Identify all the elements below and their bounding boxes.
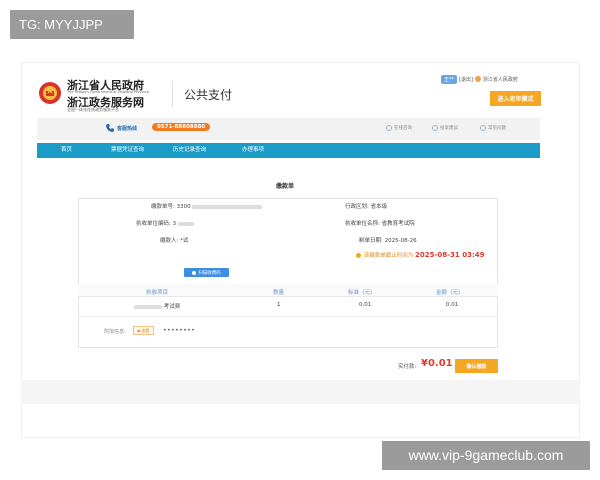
unit-name-label: 执收单位名称: (345, 221, 380, 227)
header-divider (172, 81, 173, 107)
scan-code-button[interactable]: 扫描收费码 (184, 268, 229, 277)
page-title: 公共支付 (184, 88, 233, 102)
amount-cell: 0.01 (446, 302, 459, 308)
nav-item-history[interactable]: 历史记录查询 (173, 143, 206, 158)
main-nav: 首页 票据凭证查询 历史记录查询 办理事项 (37, 143, 540, 158)
site-slogan: 全国一体化在线政务服务平台 (67, 107, 119, 112)
user-name-link[interactable]: 王** (441, 74, 458, 84)
chat-icon (386, 125, 392, 131)
redacted-text (177, 221, 194, 226)
faq-label: 常见问题 (488, 126, 506, 131)
elder-mode-button[interactable]: 进入老年模式 (490, 91, 541, 106)
logout-link[interactable]: [退出] (459, 76, 473, 83)
faq-link[interactable]: 常见问题 (480, 125, 506, 131)
col-standard-header: 标准（元） (348, 290, 376, 296)
scan-code-label: 扫描收费码 (198, 270, 221, 276)
admin-region-value: 省本级 (370, 204, 388, 210)
deadline-label: 该缴款单截止时间为 (363, 253, 414, 259)
attach-view-button[interactable]: ◉ 查看 (133, 326, 154, 335)
bill-title: 缴款单 (276, 183, 295, 190)
col-qty-header: 数量 (273, 290, 285, 296)
item-name: 考试费 (163, 304, 181, 310)
telegram-tag: TG: MYYJJPP (10, 10, 134, 39)
unit-name-row: 执收单位名称: 省教育考试院 (345, 219, 415, 227)
footer-band (21, 380, 580, 404)
online-consult-link[interactable]: 在线咨询 (386, 125, 412, 131)
scan-icon (192, 270, 197, 275)
phone-icon (106, 124, 114, 132)
region-name[interactable]: 浙江省人民政府 (483, 76, 518, 83)
col-amount-header: 金额（元） (436, 290, 464, 296)
table-divider (78, 316, 498, 317)
nav-item-affairs[interactable]: 办理事项 (242, 143, 264, 158)
hotline-label: 客服热线 (117, 126, 138, 132)
nav-item-home[interactable]: 首页 (61, 143, 72, 158)
payer-label: 缴款人: (160, 238, 179, 244)
col-item-header: 执收项目 (146, 290, 169, 296)
warning-icon (356, 253, 361, 258)
eye-icon: ◉ (137, 327, 141, 333)
nav-item-voucher-query[interactable]: 票据凭证查询 (111, 143, 144, 158)
screenshot-stage: 浙江省人民政府 The People's Government of Zheji… (0, 0, 600, 480)
complaint-link[interactable]: 投诉建议 (432, 125, 458, 131)
complaint-label: 投诉建议 (440, 126, 458, 131)
total-value: ¥0.01 (421, 358, 453, 369)
bill-no-row: 缴款单号: 3300 (151, 202, 263, 210)
attach-value: •••••••• (163, 327, 196, 334)
national-emblem-icon (39, 82, 61, 104)
date-value: 2025-08-26 (384, 238, 417, 244)
unit-name-value: 省教育考试院 (381, 221, 415, 227)
table-header (78, 284, 498, 297)
unit-code-row: 执收单位编码: 3 (136, 219, 194, 227)
user-area: 王** [退出] 浙江省人民政府 (441, 74, 518, 84)
qty-cell: 1 (277, 302, 281, 308)
attach-view-label: 查看 (141, 327, 150, 333)
redacted-text (134, 304, 162, 309)
payer-value: *试 (180, 238, 189, 244)
date-row: 制单日期: 2025-08-26 (359, 236, 417, 244)
unit-code-label: 执收单位编码: (136, 221, 171, 227)
item-cell: 考试费 (134, 302, 180, 310)
help-icon (480, 125, 486, 131)
deadline-value: 2025-08-31 03:49 (415, 251, 485, 259)
unit-code-value: 3 (172, 221, 177, 227)
standard-cell: 0.01 (359, 302, 372, 308)
admin-region-label: 行政区划: (345, 204, 369, 210)
date-label: 制单日期: (359, 238, 383, 244)
bill-no-value: 3300 (176, 204, 191, 210)
hotline-number: 0571-88808880 (152, 123, 211, 131)
admin-region-row: 行政区划: 省本级 (345, 202, 387, 210)
attach-label: 附加信息: (104, 329, 126, 335)
watermark-banner: www.vip-9gameclub.com (382, 441, 590, 470)
redacted-text (192, 204, 263, 209)
confirm-payment-button[interactable]: 确认缴款 (455, 359, 498, 373)
payer-row: 缴款人: *试 (160, 236, 188, 244)
feedback-icon (432, 125, 438, 131)
bill-no-label: 缴款单号: (151, 204, 175, 210)
online-consult-label: 在线咨询 (394, 126, 412, 131)
total-label: 实付款: (398, 364, 417, 370)
deadline-row: 该缴款单截止时间为 2025-08-31 03:49 (356, 251, 485, 259)
region-icon (474, 76, 481, 82)
